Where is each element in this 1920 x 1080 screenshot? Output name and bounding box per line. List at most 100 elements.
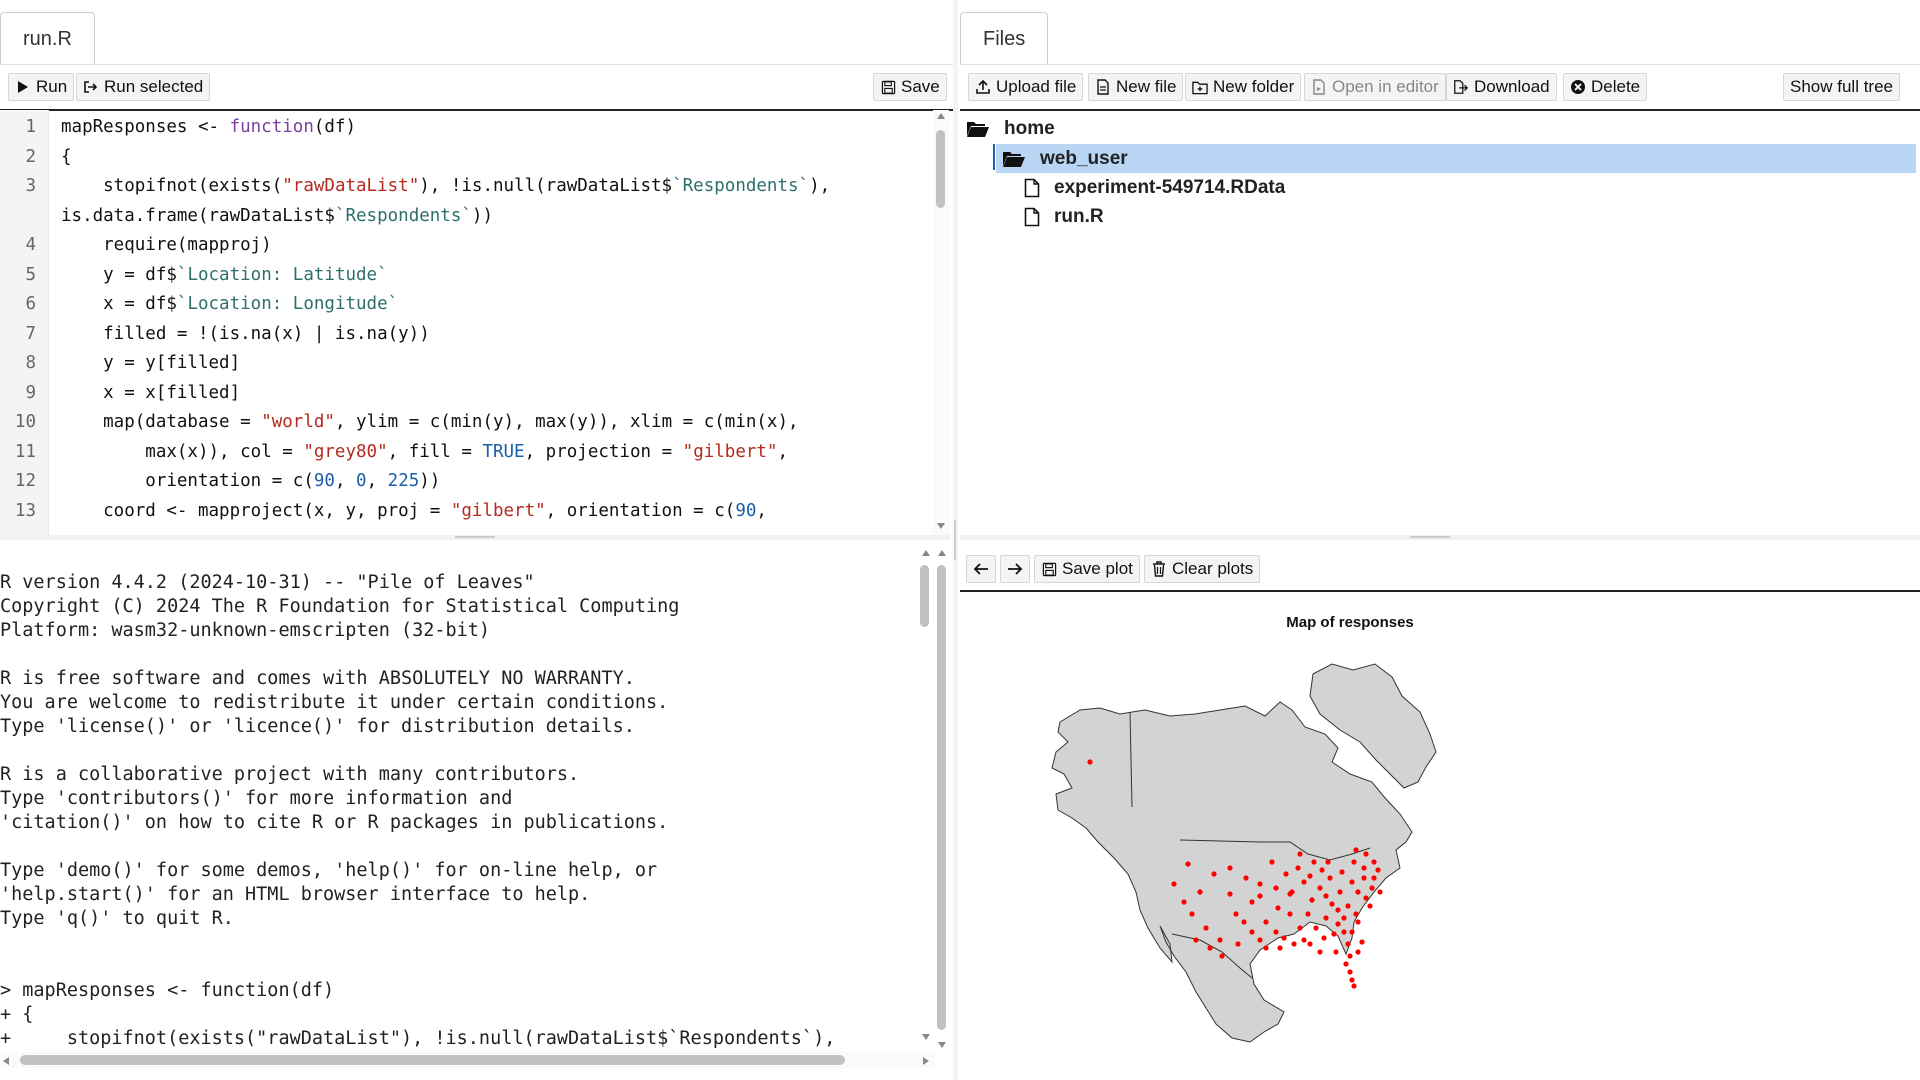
editor-scroll-thumb[interactable] (936, 130, 945, 208)
response-point (1235, 941, 1241, 947)
response-point (1317, 949, 1323, 955)
response-point (1295, 865, 1301, 871)
previous-plot-button[interactable] (966, 555, 996, 583)
response-point (1281, 935, 1287, 941)
play-icon (15, 79, 31, 95)
line-number: 7 (25, 323, 36, 344)
console-line: + stopifnot(exists("rawDataList"), !is.n… (0, 1028, 836, 1049)
scroll-right-arrow-icon[interactable] (922, 1056, 930, 1066)
console-horizontal-thumb[interactable] (20, 1055, 845, 1065)
code-text: mapResponses <- function(df) (61, 117, 357, 137)
code-text: x = x[filled] (61, 382, 241, 403)
response-point (1313, 925, 1319, 931)
arrow-right-icon (1007, 562, 1023, 576)
response-point (1375, 867, 1381, 873)
response-point (1291, 941, 1297, 947)
console-horizontal-scrollbar[interactable] (0, 1052, 935, 1068)
response-point (1353, 847, 1359, 853)
code-text: y = df$`Location: Latitude` (61, 264, 388, 285)
save-plot-label: Save plot (1062, 559, 1133, 578)
response-point (1363, 895, 1369, 901)
code-text: map(database = "world", ylim = c(min(y),… (61, 412, 799, 432)
response-point (1349, 929, 1355, 935)
response-point (1351, 859, 1357, 865)
save-button[interactable]: Save (873, 73, 947, 101)
clear-plots-button[interactable]: Clear plots (1144, 555, 1261, 583)
response-point (1353, 911, 1359, 917)
scroll-down-arrow-icon[interactable] (936, 522, 946, 530)
save-label: Save (901, 77, 940, 96)
run-selected-button[interactable]: Run selected (76, 73, 211, 101)
line-number: 2 (25, 146, 36, 167)
scroll-down-arrow-icon[interactable] (921, 1033, 931, 1041)
response-point (1203, 925, 1209, 931)
code-editor[interactable]: 1 mapResponses <- function(df) 2 {3 stopifn… (0, 110, 930, 535)
response-point (1351, 983, 1357, 989)
response-point (1171, 881, 1177, 887)
next-plot-button[interactable] (1000, 555, 1030, 583)
response-point (1337, 889, 1343, 895)
code-text: require(mapproj) (61, 235, 272, 255)
response-point (1321, 935, 1327, 941)
scroll-down-arrow-icon[interactable] (937, 1041, 947, 1049)
console-line: Platform: wasm32-unknown-emscripten (32-… (0, 620, 491, 641)
response-point (1335, 907, 1341, 913)
response-point (1277, 945, 1283, 951)
response-point (1307, 941, 1313, 947)
response-point (1273, 885, 1279, 891)
line-number: 4 (25, 235, 36, 255)
console-vertical-scrollbar[interactable] (917, 545, 951, 1050)
response-point (1333, 949, 1339, 955)
console-line: R is free software and comes with ABSOLU… (0, 668, 635, 689)
scroll-up-arrow-icon[interactable] (937, 549, 947, 557)
floppy-disk-icon (1041, 561, 1057, 577)
console-line: Type 'demo()' for some demos, 'help()' f… (0, 860, 658, 881)
response-point (1369, 885, 1375, 891)
response-point (1361, 875, 1367, 881)
response-point (1371, 875, 1377, 881)
map-of-responses (1051, 663, 1437, 1043)
response-point (1297, 925, 1303, 931)
response-point (1305, 911, 1311, 917)
response-point (1263, 919, 1269, 925)
console-line: Type 'q()' to quit R. (0, 908, 234, 929)
line-number: 5 (25, 264, 36, 285)
scroll-up-arrow-icon[interactable] (936, 112, 946, 120)
response-point (1301, 879, 1307, 885)
save-plot-button[interactable]: Save plot (1034, 555, 1140, 583)
console-line: 'help.start()' for an HTML browser inter… (0, 884, 591, 905)
response-point (1289, 889, 1295, 895)
plot-area: Map of responses (960, 592, 1920, 1080)
editor-console-splitter[interactable] (0, 535, 950, 540)
code-text: stopifnot(exists("rawDataList"), !is.nul… (61, 176, 831, 196)
console-inner-scroll-thumb[interactable] (920, 565, 929, 627)
console-outer-scroll-thumb[interactable] (937, 565, 946, 1030)
response-point (1185, 861, 1191, 867)
response-point (1241, 919, 1247, 925)
response-point (1207, 945, 1213, 951)
scroll-left-arrow-icon[interactable] (2, 1056, 10, 1066)
code-text: orientation = c(90, 0, 225)) (61, 471, 441, 491)
response-point (1341, 915, 1347, 921)
response-point (1347, 969, 1353, 975)
line-number: 13 (14, 500, 36, 521)
response-point (1327, 875, 1333, 881)
response-point (1227, 865, 1233, 871)
response-point (1311, 859, 1317, 865)
run-button[interactable]: Run (8, 73, 75, 101)
response-point (1339, 869, 1345, 875)
response-point (1307, 873, 1313, 879)
console-line: R version 4.4.2 (2024-10-31) -- "Pile of… (0, 572, 535, 593)
clear-plots-label: Clear plots (1172, 559, 1254, 578)
run-selected-icon (83, 79, 99, 95)
response-point (1355, 949, 1361, 955)
response-point (1287, 911, 1293, 917)
tab-run-r[interactable]: run.R (0, 12, 95, 64)
response-point (1243, 875, 1249, 881)
line-number: 1 (25, 117, 36, 137)
pane-divider[interactable] (953, 0, 958, 1080)
scroll-up-arrow-icon[interactable] (921, 549, 931, 557)
r-console[interactable]: R version 4.4.2 (2024-10-31) -- "Pile of… (0, 545, 915, 1050)
editor-vertical-scrollbar[interactable] (933, 110, 949, 535)
response-point (1269, 859, 1275, 865)
